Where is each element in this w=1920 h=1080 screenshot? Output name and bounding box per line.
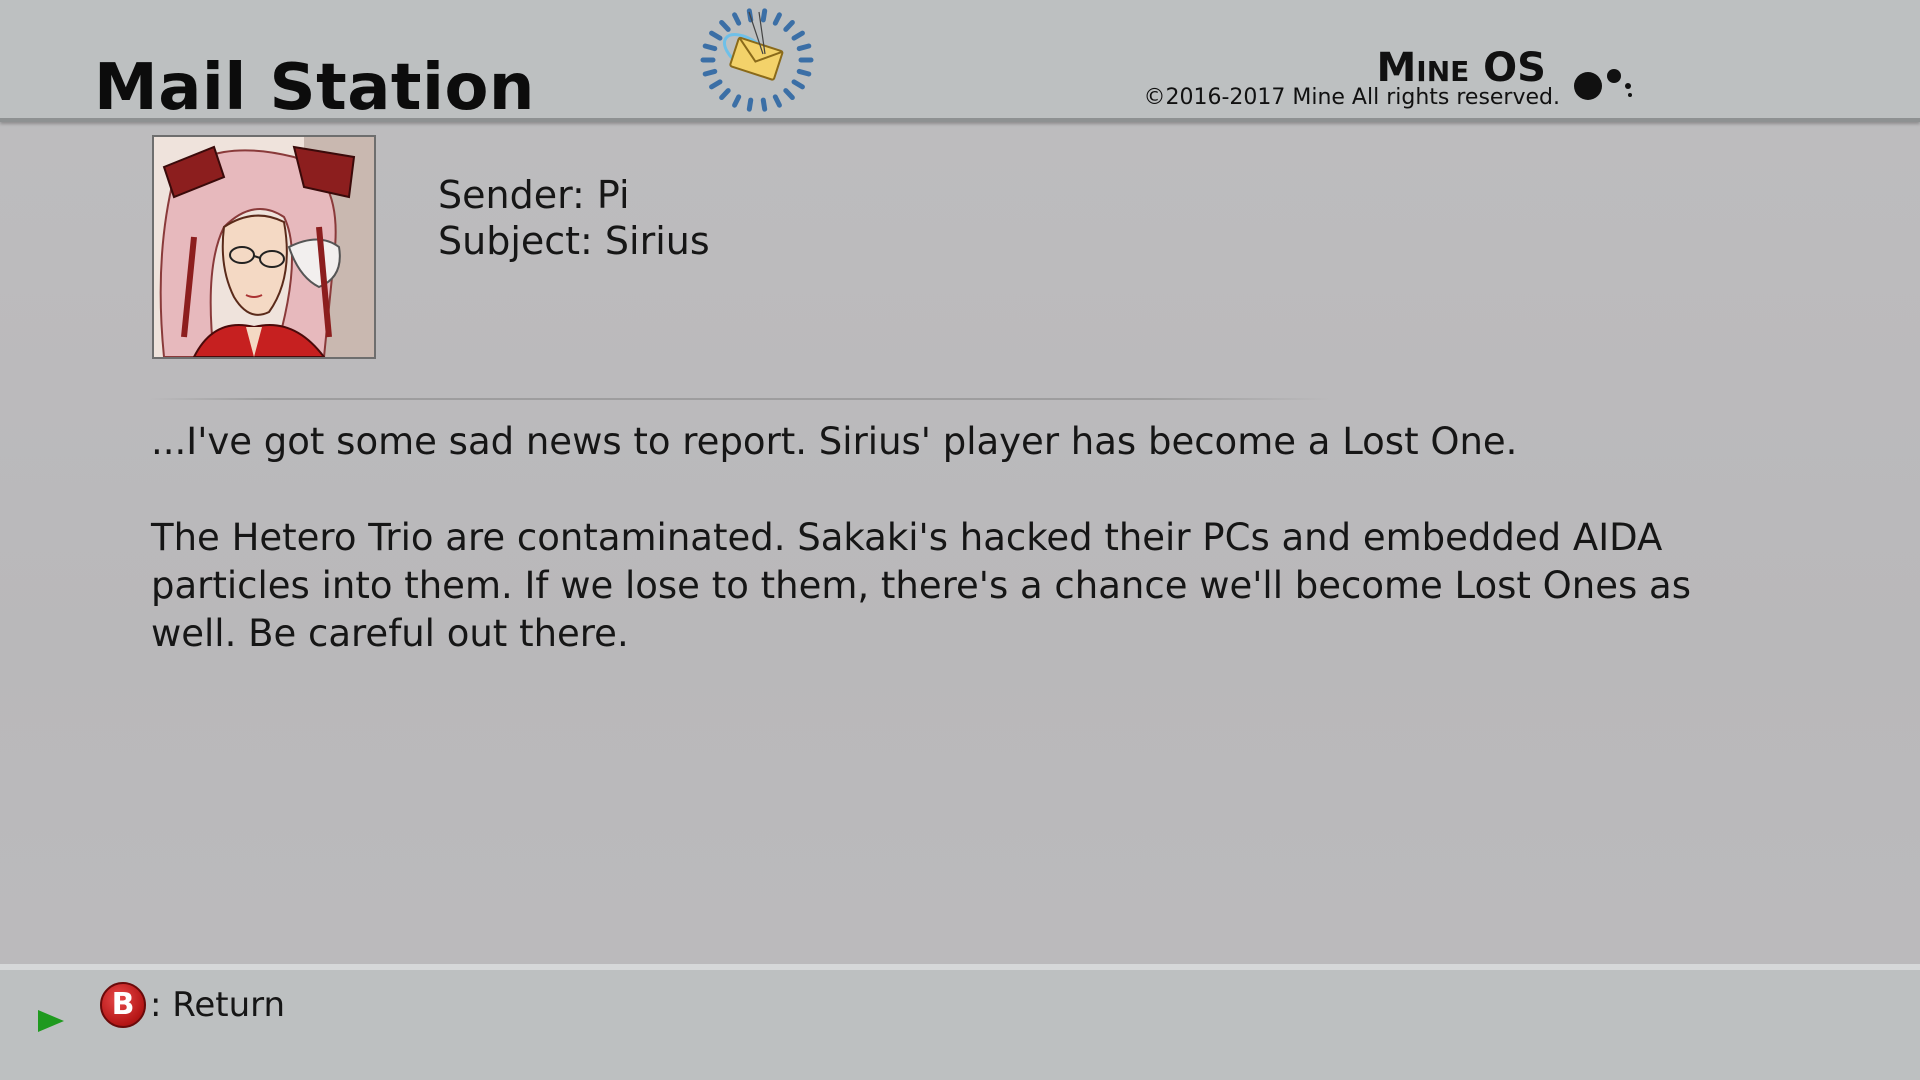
footer-bar: B : Return bbox=[0, 964, 1920, 1080]
play-arrow-icon bbox=[38, 1010, 64, 1032]
sender-portrait bbox=[154, 137, 374, 357]
message-body: ...I've got some sad news to report. Sir… bbox=[151, 418, 1711, 706]
message-meta: Sender: Pi Subject: Sirius bbox=[438, 172, 710, 264]
logo-ring-dash bbox=[783, 88, 795, 101]
subject-line: Subject: Sirius bbox=[438, 219, 710, 263]
logo-ring-dash bbox=[796, 68, 812, 77]
page-title: Mail Station bbox=[94, 51, 535, 125]
logo-ring-dash bbox=[772, 94, 782, 108]
copyright-notice: ©2016-2017 Mine All rights reserved. bbox=[1143, 85, 1560, 110]
message-paragraph: The Hetero Trio are contaminated. Sakaki… bbox=[151, 516, 1691, 655]
logo-ring-dash bbox=[791, 79, 805, 90]
logo-ring-dash bbox=[791, 30, 805, 41]
logo-ring-dash bbox=[719, 19, 731, 32]
logo-ring-dash bbox=[746, 97, 754, 112]
logo-ring-dash bbox=[732, 94, 742, 108]
header-bar: Mail Station Mine OS ©2016-2017 Mine All… bbox=[0, 0, 1920, 125]
logo-ring-dash bbox=[702, 43, 718, 52]
return-button[interactable]: : Return bbox=[150, 984, 285, 1026]
logo-ring-dash bbox=[796, 43, 812, 52]
logo-ring-dash bbox=[732, 12, 742, 26]
message-paragraph: ...I've got some sad news to report. Sir… bbox=[151, 420, 1518, 463]
mail-reader-screen: Mail Station Mine OS ©2016-2017 Mine All… bbox=[0, 0, 1920, 1080]
logo-ring-dash bbox=[709, 30, 723, 41]
logo-ring-dash bbox=[719, 88, 731, 101]
sender-avatar bbox=[152, 135, 376, 359]
logo-ring-dash bbox=[772, 12, 782, 26]
dots-logo-icon bbox=[1574, 69, 1632, 100]
logo-ring-dash bbox=[783, 19, 795, 32]
b-button-icon[interactable]: B bbox=[100, 982, 146, 1028]
logo-ring-dash bbox=[760, 97, 768, 112]
logo-ring-dash bbox=[702, 68, 718, 77]
sender-line: Sender: Pi bbox=[438, 173, 630, 217]
divider bbox=[150, 398, 1330, 400]
logo-ring-dash bbox=[709, 79, 723, 90]
logo-ring-dash bbox=[760, 8, 768, 23]
mail-envelope-icon bbox=[700, 8, 814, 112]
